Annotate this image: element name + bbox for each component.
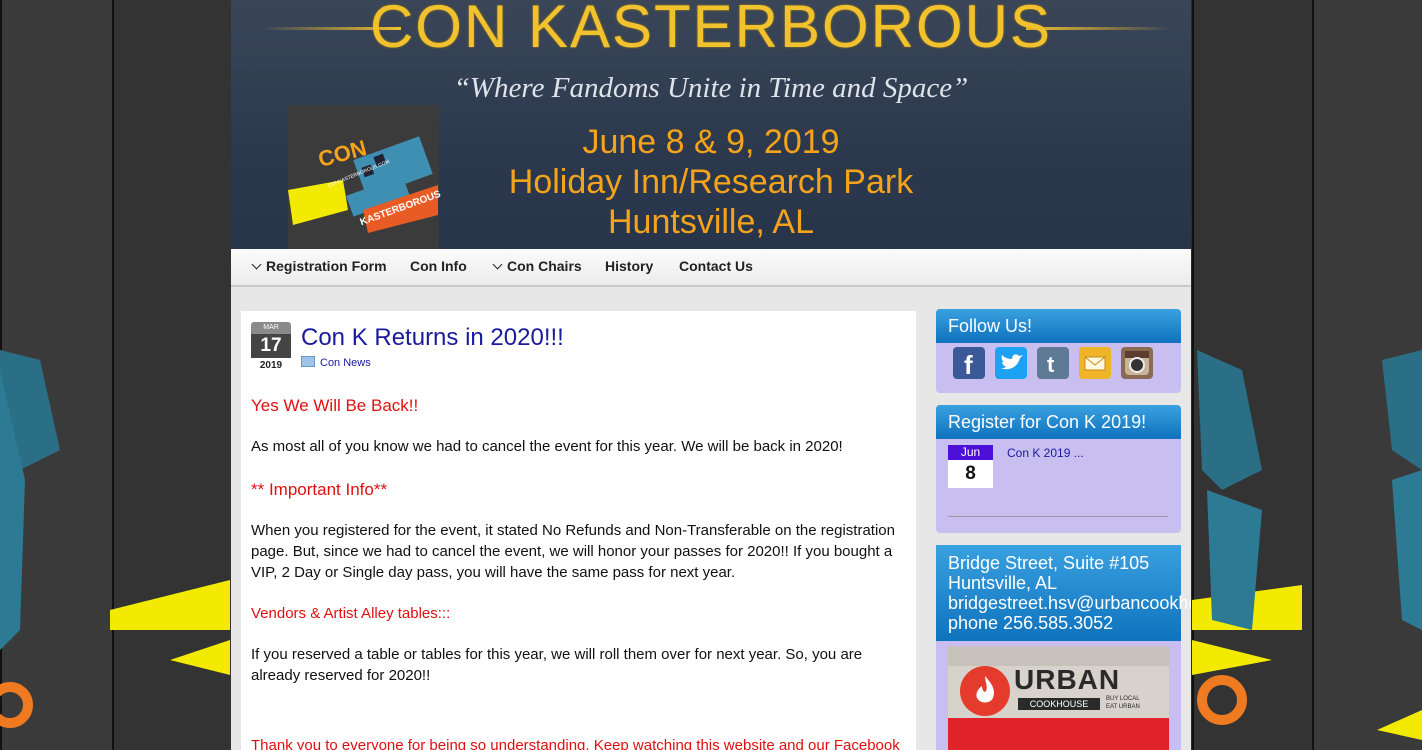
address-email[interactable]: bridgestreet.hsv@urbancookhouse.com [948, 593, 1191, 613]
ad-brand: URBAN [1014, 664, 1121, 695]
post-heading-vendors: Vendors & Artist Alley tables::: [251, 605, 451, 622]
nav-item-registration-form[interactable]: Registration Form [251, 258, 387, 274]
folder-icon [301, 356, 315, 367]
address-widget: Bridge Street, Suite #105 Huntsville, AL… [936, 545, 1191, 750]
address-street: Bridge Street, Suite #105 [948, 553, 1150, 573]
header-banner[interactable]: CON KASTERBOROUS “Where Fandoms Unite in… [231, 0, 1191, 249]
site-title: CON KASTERBOROUS [369, 0, 1053, 60]
nav-item-history[interactable]: History [605, 258, 653, 274]
chevron-down-icon [492, 259, 503, 270]
nav-item-con-chairs[interactable]: Con Chairs [492, 258, 582, 274]
post-paragraph-tables: If you reserved a table or tables for th… [251, 646, 863, 684]
post-date-badge: MAR 17 2019 [251, 322, 291, 372]
divider [948, 516, 1168, 517]
svg-text:t: t [1047, 352, 1055, 377]
background-tardis-decoration-right [1192, 350, 1422, 740]
nav-label: Registration Form [266, 258, 387, 274]
register-month: Jun [948, 445, 993, 460]
urban-cookhouse-ad[interactable]: URBAN COOKHOUSE BUY LOCAL EAT URBAN [948, 646, 1169, 750]
background-tardis-decoration-left [0, 350, 230, 728]
site-container: CON KASTERBOROUS “Where Fandoms Unite in… [231, 0, 1191, 750]
post-heading-back: Yes We Will Be Back!! [251, 396, 419, 415]
twitter-icon[interactable] [995, 347, 1027, 379]
ad-tag-1: BUY LOCAL [1106, 696, 1140, 702]
address-block: Bridge Street, Suite #105 Huntsville, AL… [936, 545, 1191, 641]
event-info: June 8 & 9, 2019 Holiday Inn/Research Pa… [491, 122, 931, 242]
post-paragraph-cancel: As most all of you know we had to cancel… [251, 438, 843, 455]
post-date-year: 2019 [259, 360, 283, 371]
nav-label: Con Info [410, 258, 467, 274]
flame-logo-icon [960, 666, 1010, 716]
ad-awning [948, 718, 1169, 750]
ad-tag-2: EAT URBAN [1106, 704, 1140, 710]
email-icon[interactable] [1079, 347, 1111, 379]
social-icons: f t [936, 343, 1181, 393]
register-day: 8 [948, 460, 993, 488]
event-venue: Holiday Inn/Research Park [508, 163, 914, 201]
address-phone: phone 256.585.3052 [948, 613, 1114, 633]
chevron-down-icon [251, 259, 262, 270]
nav-item-con-info[interactable]: Con Info [410, 258, 467, 274]
post-paragraph-thanks: Thank you to everyone for being so under… [251, 737, 900, 750]
post-category: Con News [301, 356, 371, 369]
post-date-day: 17 [251, 334, 291, 358]
post-paragraph-passes: When you registered for the event, it st… [251, 522, 895, 581]
follow-us-widget: Follow Us! f t [936, 309, 1181, 393]
ad-sub: COOKHOUSE [1018, 698, 1100, 710]
site-tagline: “Where Fandoms Unite in Time and Space” [453, 72, 969, 104]
category-link[interactable]: Con News [320, 357, 371, 369]
event-date: June 8 & 9, 2019 [582, 123, 840, 161]
main-nav: Registration Form Con Info Con Chairs Hi… [231, 249, 1191, 287]
ad-sky [948, 646, 1169, 666]
register-widget: Register for Con K 2019! Jun 8 Con K 201… [936, 405, 1181, 533]
event-city: Huntsville, AL [608, 203, 814, 241]
con-logo: CON CONKASTERBOROUS.COM KASTERBOROUS [288, 105, 442, 249]
post-article: MAR 17 2019 Con K Returns in 2020!!! Con… [241, 311, 916, 750]
facebook-icon[interactable]: f [953, 347, 985, 380]
tumblr-icon[interactable]: t [1037, 347, 1069, 379]
nav-label: Contact Us [679, 258, 753, 274]
nav-item-contact-us[interactable]: Contact Us [679, 258, 753, 274]
post-title-link[interactable]: Con K Returns in 2020!!! [301, 324, 564, 352]
address-city: Huntsville, AL [948, 573, 1058, 593]
post-heading-important: ** Important Info** [251, 480, 388, 499]
register-date-badge: Jun 8 [948, 445, 993, 488]
svg-text:f: f [964, 350, 973, 379]
register-title: Register for Con K 2019! [936, 405, 1181, 439]
nav-label: Con Chairs [507, 258, 582, 274]
follow-us-title: Follow Us! [936, 309, 1181, 343]
nav-label: History [605, 258, 654, 274]
post-date-month: MAR [251, 322, 291, 334]
instagram-icon[interactable] [1121, 347, 1153, 379]
register-event-link[interactable]: Con K 2019 ... [1007, 446, 1084, 460]
